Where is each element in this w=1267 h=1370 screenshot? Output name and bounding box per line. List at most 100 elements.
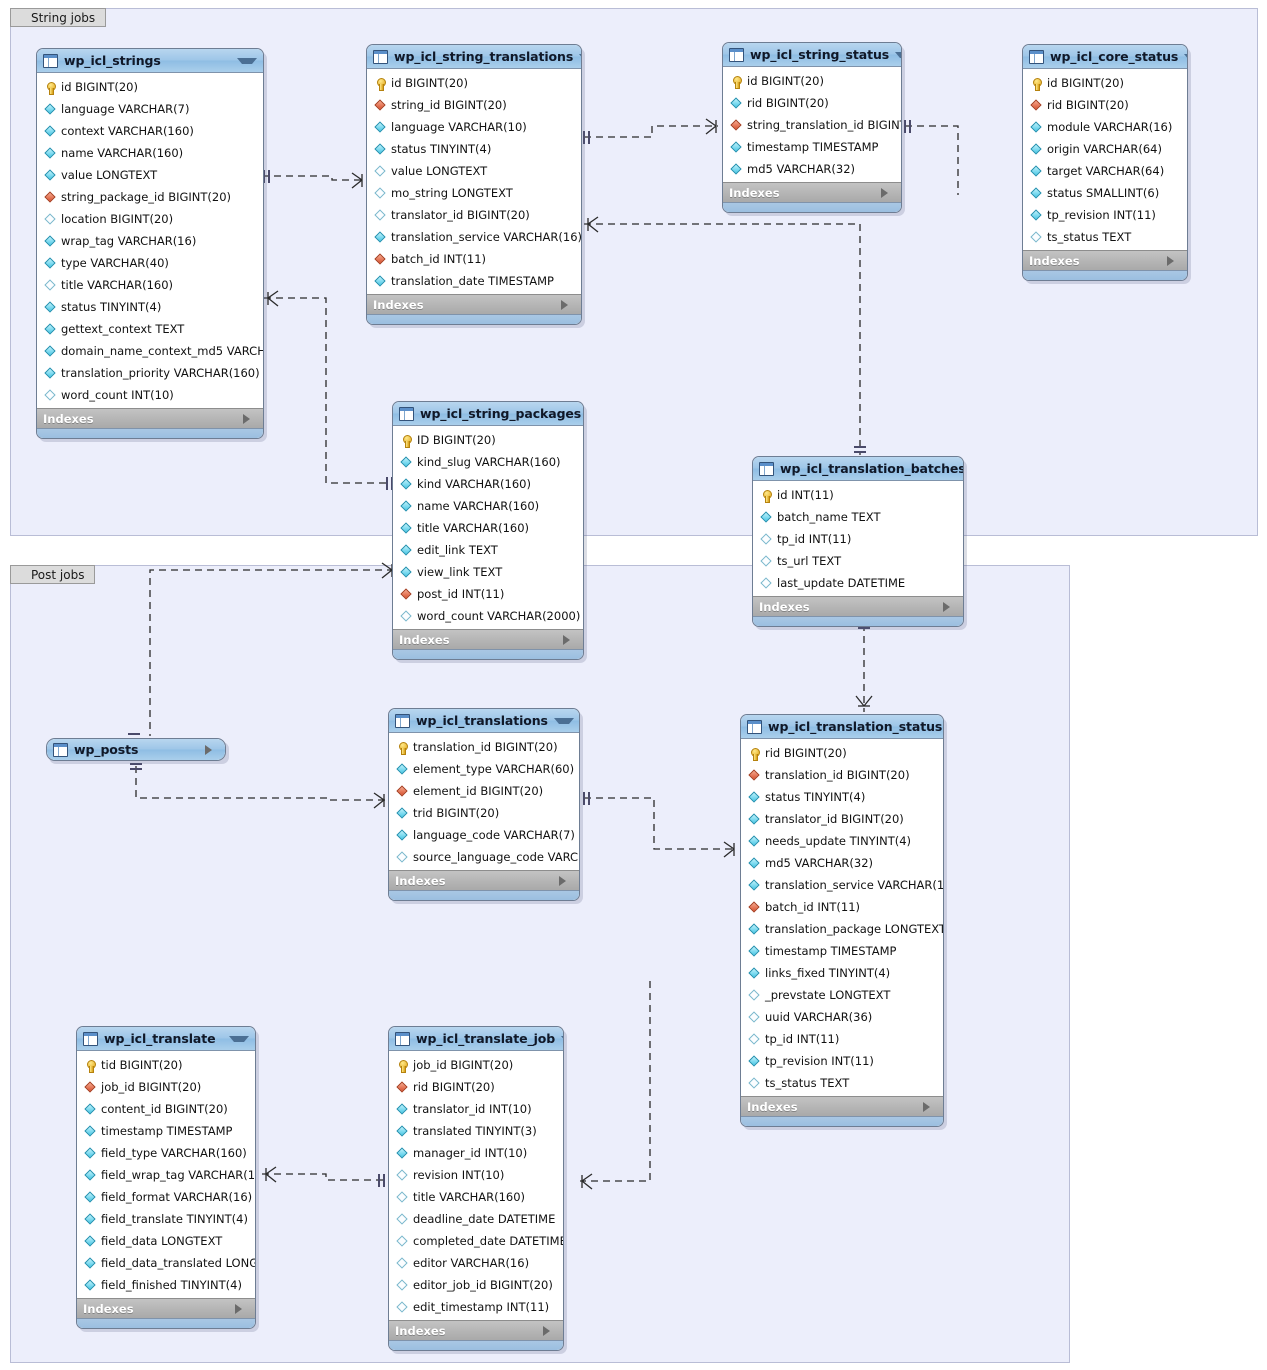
table-column[interactable]: value LONGTEXT (367, 160, 581, 182)
table-column[interactable]: value LONGTEXT (37, 164, 263, 186)
table-header[interactable]: wp_icl_translations (389, 709, 579, 733)
table-column[interactable]: edit_link TEXT (393, 539, 583, 561)
table-column[interactable]: id BIGINT(20) (367, 72, 581, 94)
table-wp_icl_strings[interactable]: wp_icl_strings id BIGINT(20) language VA… (36, 48, 267, 442)
indexes-section[interactable]: Indexes (37, 408, 263, 428)
table-column[interactable]: translator_id INT(10) (389, 1098, 563, 1120)
table-column[interactable]: trid BIGINT(20) (389, 802, 579, 824)
indexes-section[interactable]: Indexes (393, 629, 583, 649)
table-column[interactable]: source_language_code VARCHAR(7) (389, 846, 579, 868)
indexes-section[interactable]: Indexes (1023, 250, 1187, 270)
table-column[interactable]: field_wrap_tag VARCHAR(16) (77, 1164, 255, 1186)
expand-arrow-icon[interactable] (923, 1101, 937, 1112)
table-column[interactable]: rid BIGINT(20) (741, 742, 943, 764)
table-column[interactable]: origin VARCHAR(64) (1023, 138, 1187, 160)
chevron-down-icon[interactable] (895, 51, 901, 58)
table-header[interactable]: wp_icl_translation_status (741, 715, 943, 739)
table-column[interactable]: translator_id BIGINT(20) (741, 808, 943, 830)
table-column[interactable]: translation_id BIGINT(20) (741, 764, 943, 786)
expand-arrow-icon[interactable] (205, 744, 219, 755)
table-column[interactable]: id BIGINT(20) (37, 76, 263, 98)
table-column[interactable]: post_id INT(11) (393, 583, 583, 605)
table-column[interactable]: status TINYINT(4) (37, 296, 263, 318)
chevron-down-icon[interactable] (229, 1035, 249, 1042)
expand-arrow-icon[interactable] (561, 299, 575, 310)
table-header[interactable]: wp_icl_translation_batches (753, 457, 963, 481)
table-column[interactable]: id BIGINT(20) (1023, 72, 1187, 94)
table-column[interactable]: tp_revision INT(11) (1023, 204, 1187, 226)
indexes-section[interactable]: Indexes (741, 1096, 943, 1116)
expand-arrow-icon[interactable] (563, 634, 577, 645)
table-column[interactable]: manager_id INT(10) (389, 1142, 563, 1164)
table-column[interactable]: id BIGINT(20) (723, 70, 901, 92)
table-column[interactable]: status TINYINT(4) (741, 786, 943, 808)
table-column[interactable]: _prevstate LONGTEXT (741, 984, 943, 1006)
table-wp_icl_string_status[interactable]: wp_icl_string_status id BIGINT(20) rid B… (722, 42, 905, 216)
table-column[interactable]: field_type VARCHAR(160) (77, 1142, 255, 1164)
table-wp_icl_string_translations[interactable]: wp_icl_string_translations id BIGINT(20)… (366, 44, 585, 328)
table-column[interactable]: field_format VARCHAR(16) (77, 1186, 255, 1208)
table-column[interactable]: edit_timestamp INT(11) (389, 1296, 563, 1318)
table-column[interactable]: rid BIGINT(20) (1023, 94, 1187, 116)
table-column[interactable]: deadline_date DATETIME (389, 1208, 563, 1230)
table-column[interactable]: translated TINYINT(3) (389, 1120, 563, 1142)
table-column[interactable]: batch_id INT(11) (367, 248, 581, 270)
chevron-down-icon[interactable] (553, 717, 574, 724)
table-column[interactable]: translation_package LONGTEXT (741, 918, 943, 940)
table-column[interactable]: ts_url TEXT (753, 550, 963, 572)
indexes-section[interactable]: Indexes (367, 294, 581, 314)
table-column[interactable]: translation_priority VARCHAR(160) (37, 362, 263, 384)
indexes-section[interactable]: Indexes (723, 182, 901, 202)
indexes-section[interactable]: Indexes (77, 1298, 255, 1318)
table-column[interactable]: links_fixed TINYINT(4) (741, 962, 943, 984)
table-column[interactable]: title VARCHAR(160) (37, 274, 263, 296)
expand-arrow-icon[interactable] (543, 1325, 557, 1336)
indexes-section[interactable]: Indexes (753, 596, 963, 616)
table-header[interactable]: wp_posts (47, 739, 225, 760)
table-header[interactable]: wp_icl_string_packages (393, 402, 583, 426)
table-column[interactable]: field_data LONGTEXT (77, 1230, 255, 1252)
table-wp_icl_translations[interactable]: wp_icl_translations translation_id BIGIN… (388, 708, 583, 904)
table-column[interactable]: domain_name_context_md5 VARCHAR(32) (37, 340, 263, 362)
table-wp_icl_string_packages[interactable]: wp_icl_string_packages ID BIGINT(20) kin… (392, 401, 587, 663)
table-column[interactable]: timestamp TIMESTAMP (741, 940, 943, 962)
table-column[interactable]: translation_service VARCHAR(16) (367, 226, 581, 248)
table-column[interactable]: type VARCHAR(40) (37, 252, 263, 274)
table-column[interactable]: needs_update TINYINT(4) (741, 830, 943, 852)
table-column[interactable]: word_count VARCHAR(2000) (393, 605, 583, 627)
table-column[interactable]: revision INT(10) (389, 1164, 563, 1186)
table-column[interactable]: gettext_context TEXT (37, 318, 263, 340)
table-column[interactable]: job_id BIGINT(20) (389, 1054, 563, 1076)
table-column[interactable]: md5 VARCHAR(32) (741, 852, 943, 874)
chevron-down-icon[interactable] (579, 53, 581, 60)
table-column[interactable]: completed_date DATETIME (389, 1230, 563, 1252)
table-column[interactable]: language_code VARCHAR(7) (389, 824, 579, 846)
table-header[interactable]: wp_icl_translate_job (389, 1027, 563, 1051)
table-column[interactable]: kind VARCHAR(160) (393, 473, 583, 495)
table-column[interactable]: editor_job_id BIGINT(20) (389, 1274, 563, 1296)
table-column[interactable]: ID BIGINT(20) (393, 429, 583, 451)
table-column[interactable]: field_data_translated LONGTEXT (77, 1252, 255, 1274)
table-column[interactable]: status SMALLINT(6) (1023, 182, 1187, 204)
chevron-down-icon[interactable] (237, 57, 257, 64)
table-column[interactable]: tp_id INT(11) (741, 1028, 943, 1050)
table-column[interactable]: language VARCHAR(10) (367, 116, 581, 138)
expand-arrow-icon[interactable] (235, 1303, 249, 1314)
table-column[interactable]: last_update DATETIME (753, 572, 963, 594)
table-column[interactable]: id INT(11) (753, 484, 963, 506)
table-column[interactable]: element_type VARCHAR(60) (389, 758, 579, 780)
table-header[interactable]: wp_icl_string_status (723, 43, 901, 67)
table-column[interactable]: string_package_id BIGINT(20) (37, 186, 263, 208)
table-column[interactable]: mo_string LONGTEXT (367, 182, 581, 204)
expand-arrow-icon[interactable] (243, 413, 257, 424)
table-column[interactable]: batch_id INT(11) (741, 896, 943, 918)
table-header[interactable]: wp_icl_translate (77, 1027, 255, 1051)
table-column[interactable]: language VARCHAR(7) (37, 98, 263, 120)
table-column[interactable]: ts_status TEXT (741, 1072, 943, 1094)
table-column[interactable]: module VARCHAR(16) (1023, 116, 1187, 138)
table-column[interactable]: field_translate TINYINT(4) (77, 1208, 255, 1230)
table-column[interactable]: location BIGINT(20) (37, 208, 263, 230)
table-column[interactable]: rid BIGINT(20) (723, 92, 901, 114)
table-column[interactable]: translation_date TIMESTAMP (367, 270, 581, 292)
table-column[interactable]: title VARCHAR(160) (393, 517, 583, 539)
